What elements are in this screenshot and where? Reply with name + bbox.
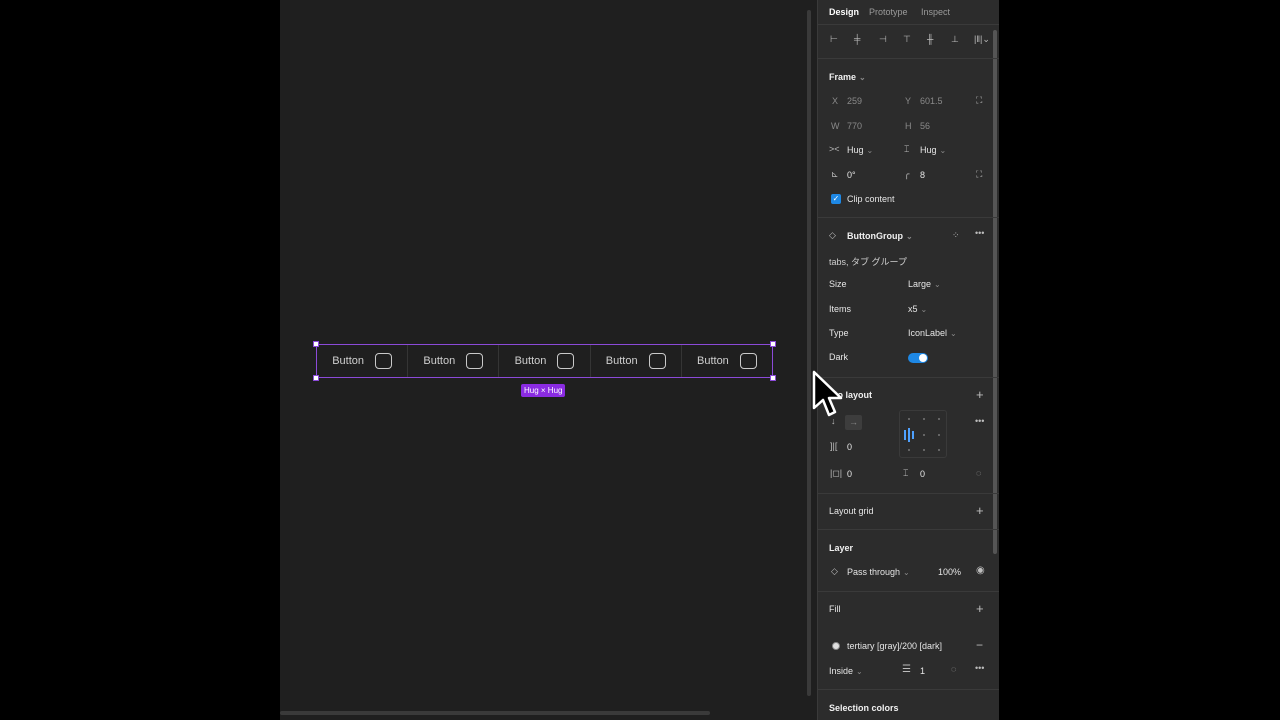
rotation-field[interactable]: 0° [847, 170, 856, 180]
resize-handle-bottom-right[interactable] [770, 375, 776, 381]
x-field[interactable]: 259 [847, 96, 862, 106]
dark-toggle[interactable] [908, 353, 928, 363]
rotation-icon: ⊾ [831, 169, 839, 179]
button-group-item[interactable]: Button [499, 345, 591, 377]
button-label: Button [332, 355, 364, 367]
individual-padding-icon[interactable]: ◌ [976, 469, 981, 478]
clip-content-label: Clip content [847, 194, 895, 204]
layout-grid-title: Layout grid [829, 506, 874, 516]
absolute-position-icon[interactable]: ⛶ [976, 96, 982, 105]
canvas-vertical-scrollbar[interactable] [807, 10, 811, 696]
square-icon [375, 353, 392, 369]
button-label: Button [514, 355, 547, 367]
tab-inspect[interactable]: Inspect [921, 7, 950, 17]
direction-horizontal-icon[interactable]: → [845, 415, 862, 430]
align-vertical-center-icon[interactable]: ╫ [927, 35, 933, 44]
size-tag: Hug × Hug [521, 384, 566, 397]
distribute-icon[interactable]: |‖|⌄ [974, 35, 990, 44]
vertical-resizing-icon: ⌶ [904, 144, 910, 154]
prop-select-type[interactable]: IconLabel ⌄ [908, 328, 957, 338]
opacity-field[interactable]: 100% [938, 567, 961, 577]
add-fill-icon[interactable]: + [976, 602, 984, 615]
prop-select-size[interactable]: Large ⌄ [908, 279, 941, 289]
resize-handle-bottom-left[interactable] [313, 375, 319, 381]
button-group-item[interactable]: Button [408, 345, 500, 377]
stroke-weight-icon: ☰ [902, 664, 911, 675]
fill-style-name[interactable]: tertiary [gray]/200 [dark] [847, 641, 942, 651]
tab-prototype[interactable]: Prototype [869, 7, 908, 17]
clip-content-checkbox[interactable]: ✓ [831, 194, 841, 204]
button-label: Button [423, 355, 456, 367]
stroke-weight-field[interactable]: 1 [920, 666, 925, 676]
more-options-icon[interactable]: ••• [975, 229, 984, 238]
item-spacing-icon: ]|[ [830, 441, 838, 451]
w-label: W [831, 121, 840, 131]
add-auto-layout-icon[interactable]: + [976, 388, 984, 401]
stroke-more-icon[interactable]: ••• [975, 664, 984, 673]
canvas-horizontal-scrollbar[interactable] [280, 711, 710, 715]
add-layout-grid-icon[interactable]: + [976, 504, 984, 517]
component-description: tabs, タブ グループ [829, 257, 907, 267]
button-group-item[interactable]: Button [317, 345, 409, 377]
corner-radius-field[interactable]: 8 [920, 170, 925, 180]
selection-colors-title: Selection colors [829, 703, 899, 713]
horizontal-padding-icon: |◻| [830, 468, 843, 478]
prop-label-items: Items [829, 304, 852, 314]
fill-swatch[interactable] [832, 642, 840, 650]
align-top-icon[interactable]: ⊤ [903, 35, 911, 44]
layer-title: Layer [829, 543, 854, 553]
square-icon [557, 353, 575, 369]
design-canvas[interactable]: Button Button Button Button Button Hug ×… [280, 0, 817, 720]
independent-corners-icon[interactable]: ⛶ [976, 170, 982, 179]
vertical-resizing-select[interactable]: Hug ⌄ [920, 145, 946, 155]
button-group-item[interactable]: Button [591, 345, 682, 377]
tab-design[interactable]: Design [829, 7, 859, 17]
w-field[interactable]: 770 [847, 121, 862, 131]
button-group-item[interactable]: Button [682, 345, 772, 377]
resize-handle-top-left[interactable] [313, 341, 319, 347]
item-spacing-field[interactable]: 0 [847, 442, 852, 452]
component-variants-icon[interactable]: ⁘ [952, 231, 960, 240]
corner-radius-icon: ╭ [904, 169, 910, 179]
x-label: X [832, 96, 839, 106]
align-horizontal-center-icon[interactable]: ╪ [854, 35, 860, 44]
vertical-padding-icon: ⌶ [903, 468, 909, 478]
button-label: Button [697, 355, 729, 367]
component-instance-icon: ◇ [829, 230, 836, 240]
panel-scrollbar[interactable] [993, 30, 997, 554]
prop-select-items[interactable]: x5 ⌄ [908, 304, 927, 314]
stroke-position-select[interactable]: Inside ⌄ [829, 666, 863, 676]
alignment-grid[interactable] [899, 410, 947, 458]
blend-mode-select[interactable]: Pass through ⌄ [847, 567, 910, 577]
horizontal-resizing-select[interactable]: Hug ⌄ [847, 145, 873, 155]
horizontal-resizing-icon: >< [829, 144, 840, 154]
frame-title[interactable]: Frame ⌄ [829, 72, 866, 82]
square-icon [739, 353, 757, 369]
auto-layout-more-icon[interactable]: ••• [975, 417, 984, 426]
square-icon [466, 353, 484, 369]
fill-title: Fill [829, 604, 841, 614]
align-right-icon[interactable]: ⊣ [879, 35, 887, 44]
stroke-sides-icon[interactable]: ◌ [951, 665, 956, 674]
eye-icon[interactable]: ◉ [976, 566, 985, 576]
h-field[interactable]: 56 [920, 121, 930, 131]
y-field[interactable]: 601.5 [920, 96, 943, 106]
y-label: Y [905, 96, 912, 106]
prop-label-dark: Dark [829, 352, 849, 362]
align-left-icon[interactable]: ⊢ [830, 35, 838, 44]
blend-mode-icon: ◇ [831, 566, 838, 576]
mouse-pointer-icon [812, 370, 843, 417]
component-name-select[interactable]: ButtonGroup ⌄ [847, 231, 913, 241]
h-label: H [905, 121, 912, 131]
square-icon [648, 353, 666, 369]
vertical-padding-field[interactable]: 0 [920, 469, 925, 479]
prop-label-type: Type [829, 328, 849, 338]
prop-label-size: Size [829, 279, 847, 289]
remove-fill-icon[interactable]: − [976, 639, 983, 651]
resize-handle-top-right[interactable] [770, 341, 776, 347]
button-group-frame[interactable]: Button Button Button Button Button [316, 344, 773, 378]
horizontal-padding-field[interactable]: 0 [847, 469, 852, 479]
button-label: Button [605, 355, 638, 367]
align-bottom-icon[interactable]: ⊥ [951, 35, 959, 44]
